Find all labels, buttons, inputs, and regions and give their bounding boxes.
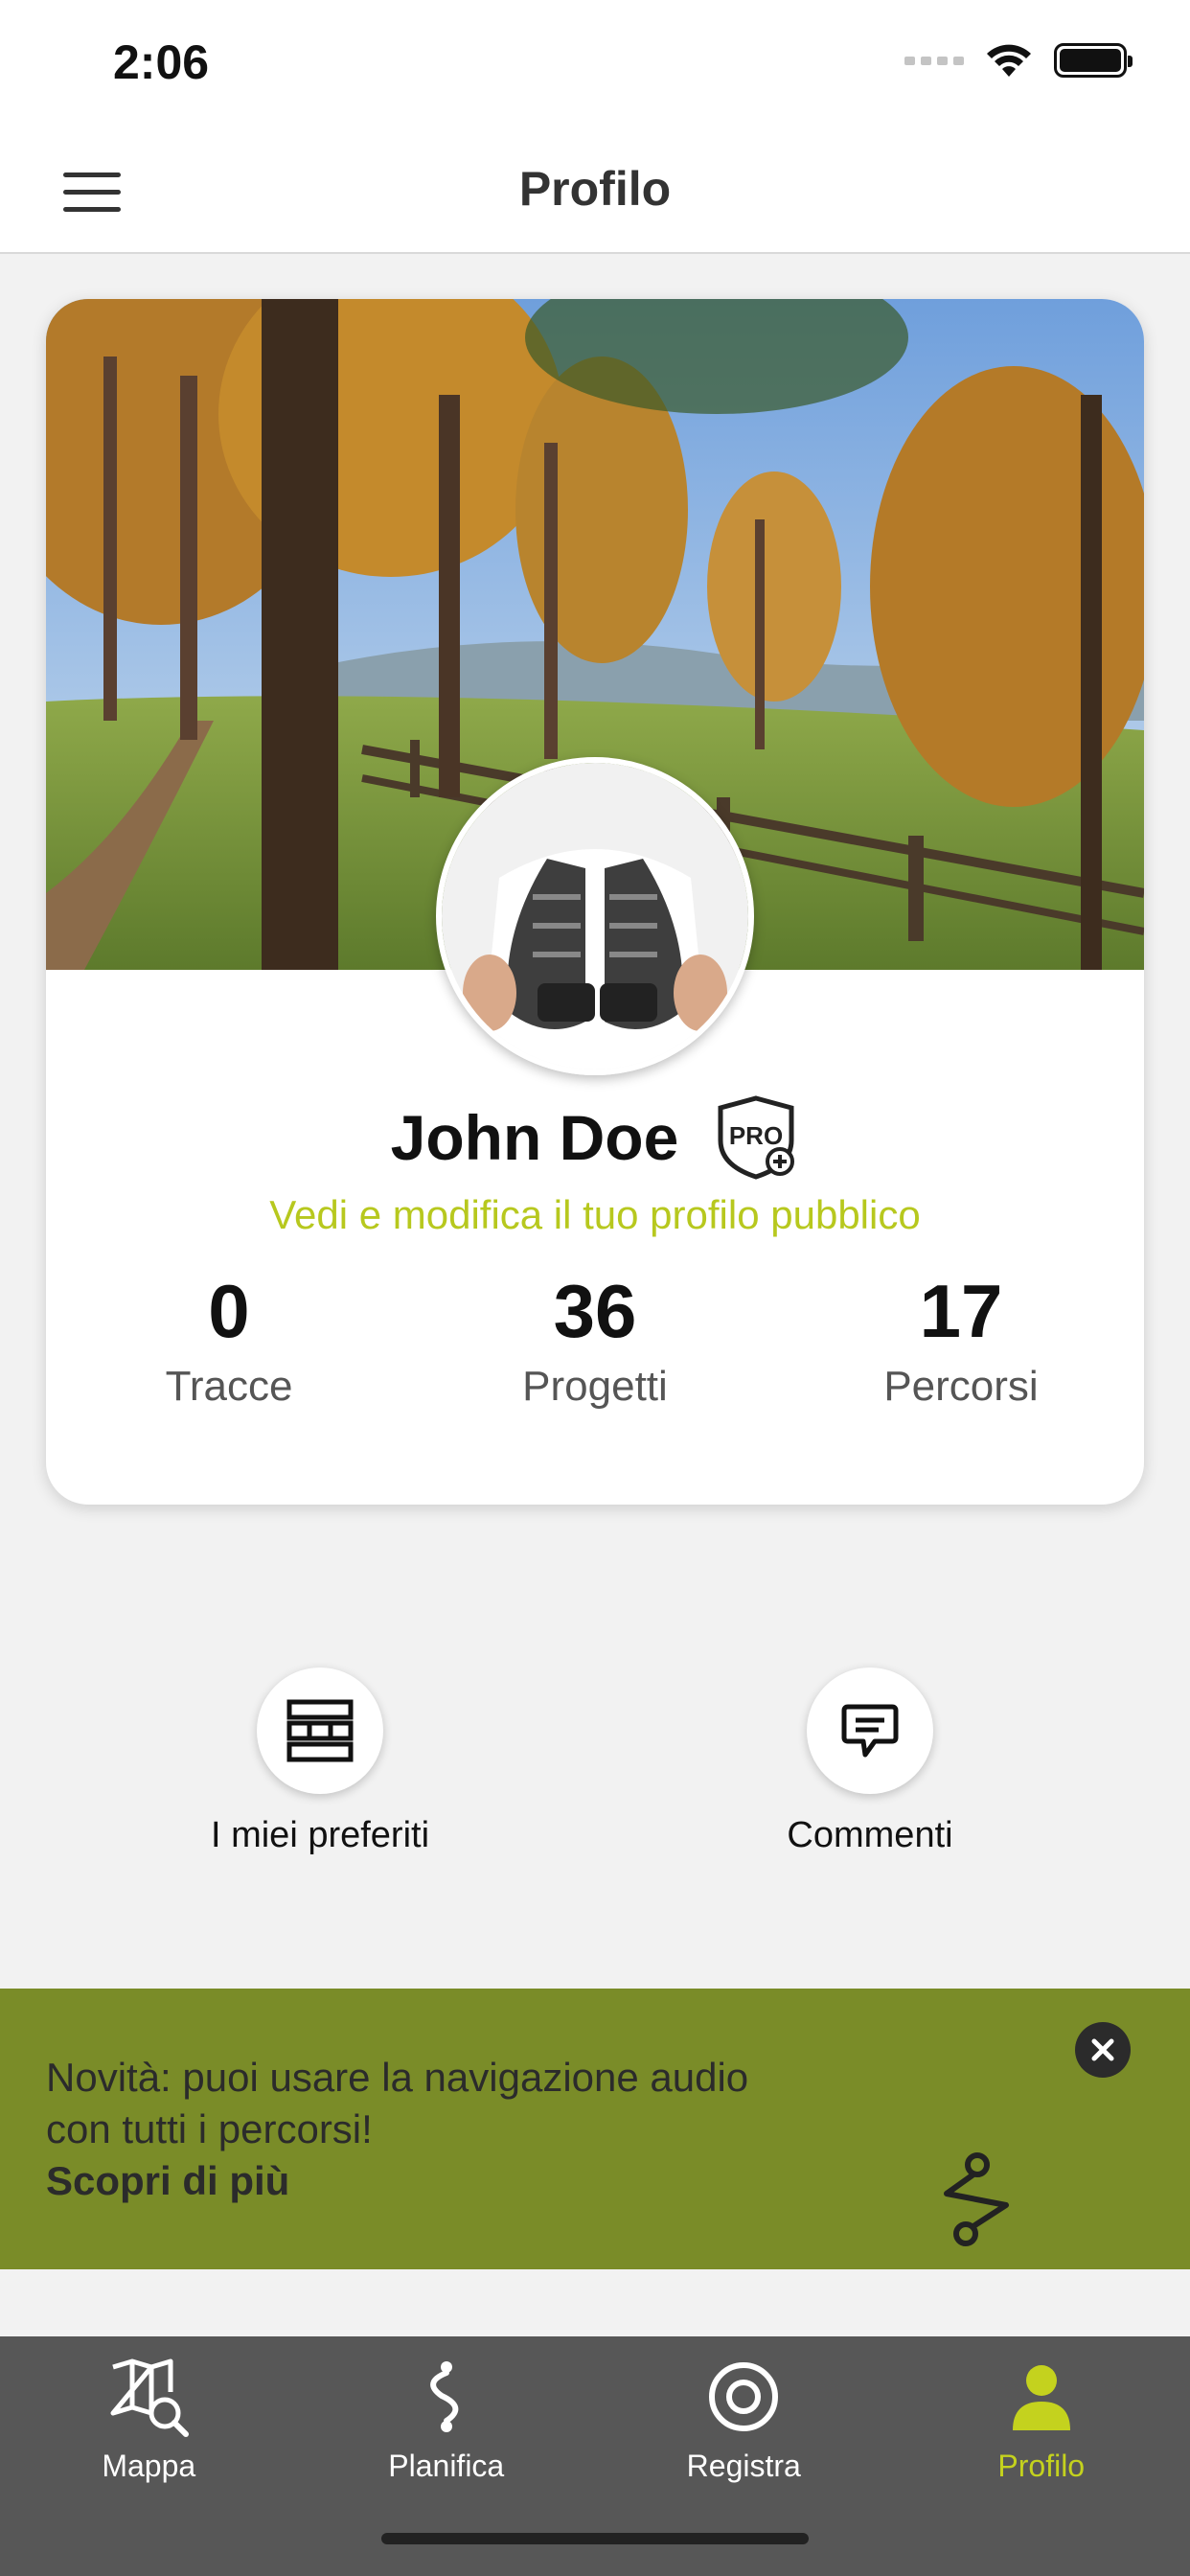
comments-button[interactable]: Commenti [678, 1668, 1062, 1856]
profile-card: John Doe PRO Vedi e modifica il tuo prof… [46, 299, 1144, 1505]
name-row: John Doe PRO [46, 1085, 1144, 1190]
stat-value: 17 [919, 1269, 1003, 1353]
nav-label: Planifica [388, 2449, 505, 2483]
learn-more-link[interactable]: Scopri di più [46, 2155, 870, 2207]
stat-progetti[interactable]: 36 Progetti [412, 1267, 778, 1411]
stat-tracce[interactable]: 0 Tracce [46, 1267, 412, 1411]
favorites-label: I miei preferiti [210, 1815, 430, 1855]
nav-label: Mappa [102, 2449, 196, 2483]
banner-text: Novità: puoi usare la navigazione audio … [46, 2052, 870, 2207]
edit-public-profile-link[interactable]: Vedi e modifica il tuo profilo pubblico [46, 1192, 1144, 1238]
status-time: 2:06 [113, 35, 210, 89]
banner-line-1: Novità: puoi usare la navigazione audio [46, 2055, 749, 2100]
app-header: Profilo [0, 134, 1190, 254]
route-icon [944, 2152, 1009, 2246]
close-icon [1091, 2038, 1114, 2061]
svg-text:PRO: PRO [729, 1121, 783, 1150]
favorites-list-icon [286, 1699, 354, 1762]
status-bar: 2:06 [0, 0, 1190, 134]
stats: 0 Tracce 36 Progetti 17 Percorsi [46, 1267, 1144, 1411]
stat-percorsi[interactable]: 17 Percorsi [778, 1267, 1144, 1411]
nav-mappa[interactable]: Mappa [0, 2336, 298, 2576]
pro-badge-icon: PRO [718, 1095, 795, 1180]
comments-circle[interactable] [807, 1668, 933, 1794]
nav-label: Profilo [997, 2449, 1086, 2483]
stat-label: Tracce [165, 1362, 293, 1410]
cellular-signal-icon [904, 56, 964, 65]
record-icon [709, 2362, 779, 2431]
map-search-icon [110, 2358, 190, 2437]
stat-value: 36 [553, 1269, 637, 1353]
home-indicator [381, 2533, 809, 2544]
nav-label: Registra [686, 2449, 801, 2483]
page-title: Profilo [518, 162, 672, 216]
wifi-icon [987, 44, 1031, 77]
stat-label: Progetti [522, 1362, 668, 1410]
battery-icon [1054, 43, 1133, 78]
user-name: John Doe [390, 1102, 679, 1173]
avatar[interactable] [436, 757, 754, 1075]
comments-label: Commenti [787, 1815, 953, 1855]
profile-actions: I miei preferiti Commenti [0, 1668, 1190, 1859]
banner-line-2: con tutti i percorsi! [46, 2106, 373, 2151]
user-icon [1012, 2365, 1070, 2430]
favorites-button[interactable]: I miei preferiti [128, 1668, 512, 1856]
favorites-circle[interactable] [257, 1668, 383, 1794]
route-plan-icon [430, 2361, 458, 2432]
nav-profilo[interactable]: Profilo [893, 2336, 1190, 2576]
banner-close-button[interactable] [1075, 2022, 1131, 2078]
audio-navigation-banner[interactable]: Novità: puoi usare la navigazione audio … [0, 1989, 1190, 2269]
stat-label: Percorsi [883, 1362, 1039, 1410]
status-icons [904, 42, 1133, 79]
stat-value: 0 [208, 1269, 250, 1353]
comment-icon [841, 1704, 899, 1758]
